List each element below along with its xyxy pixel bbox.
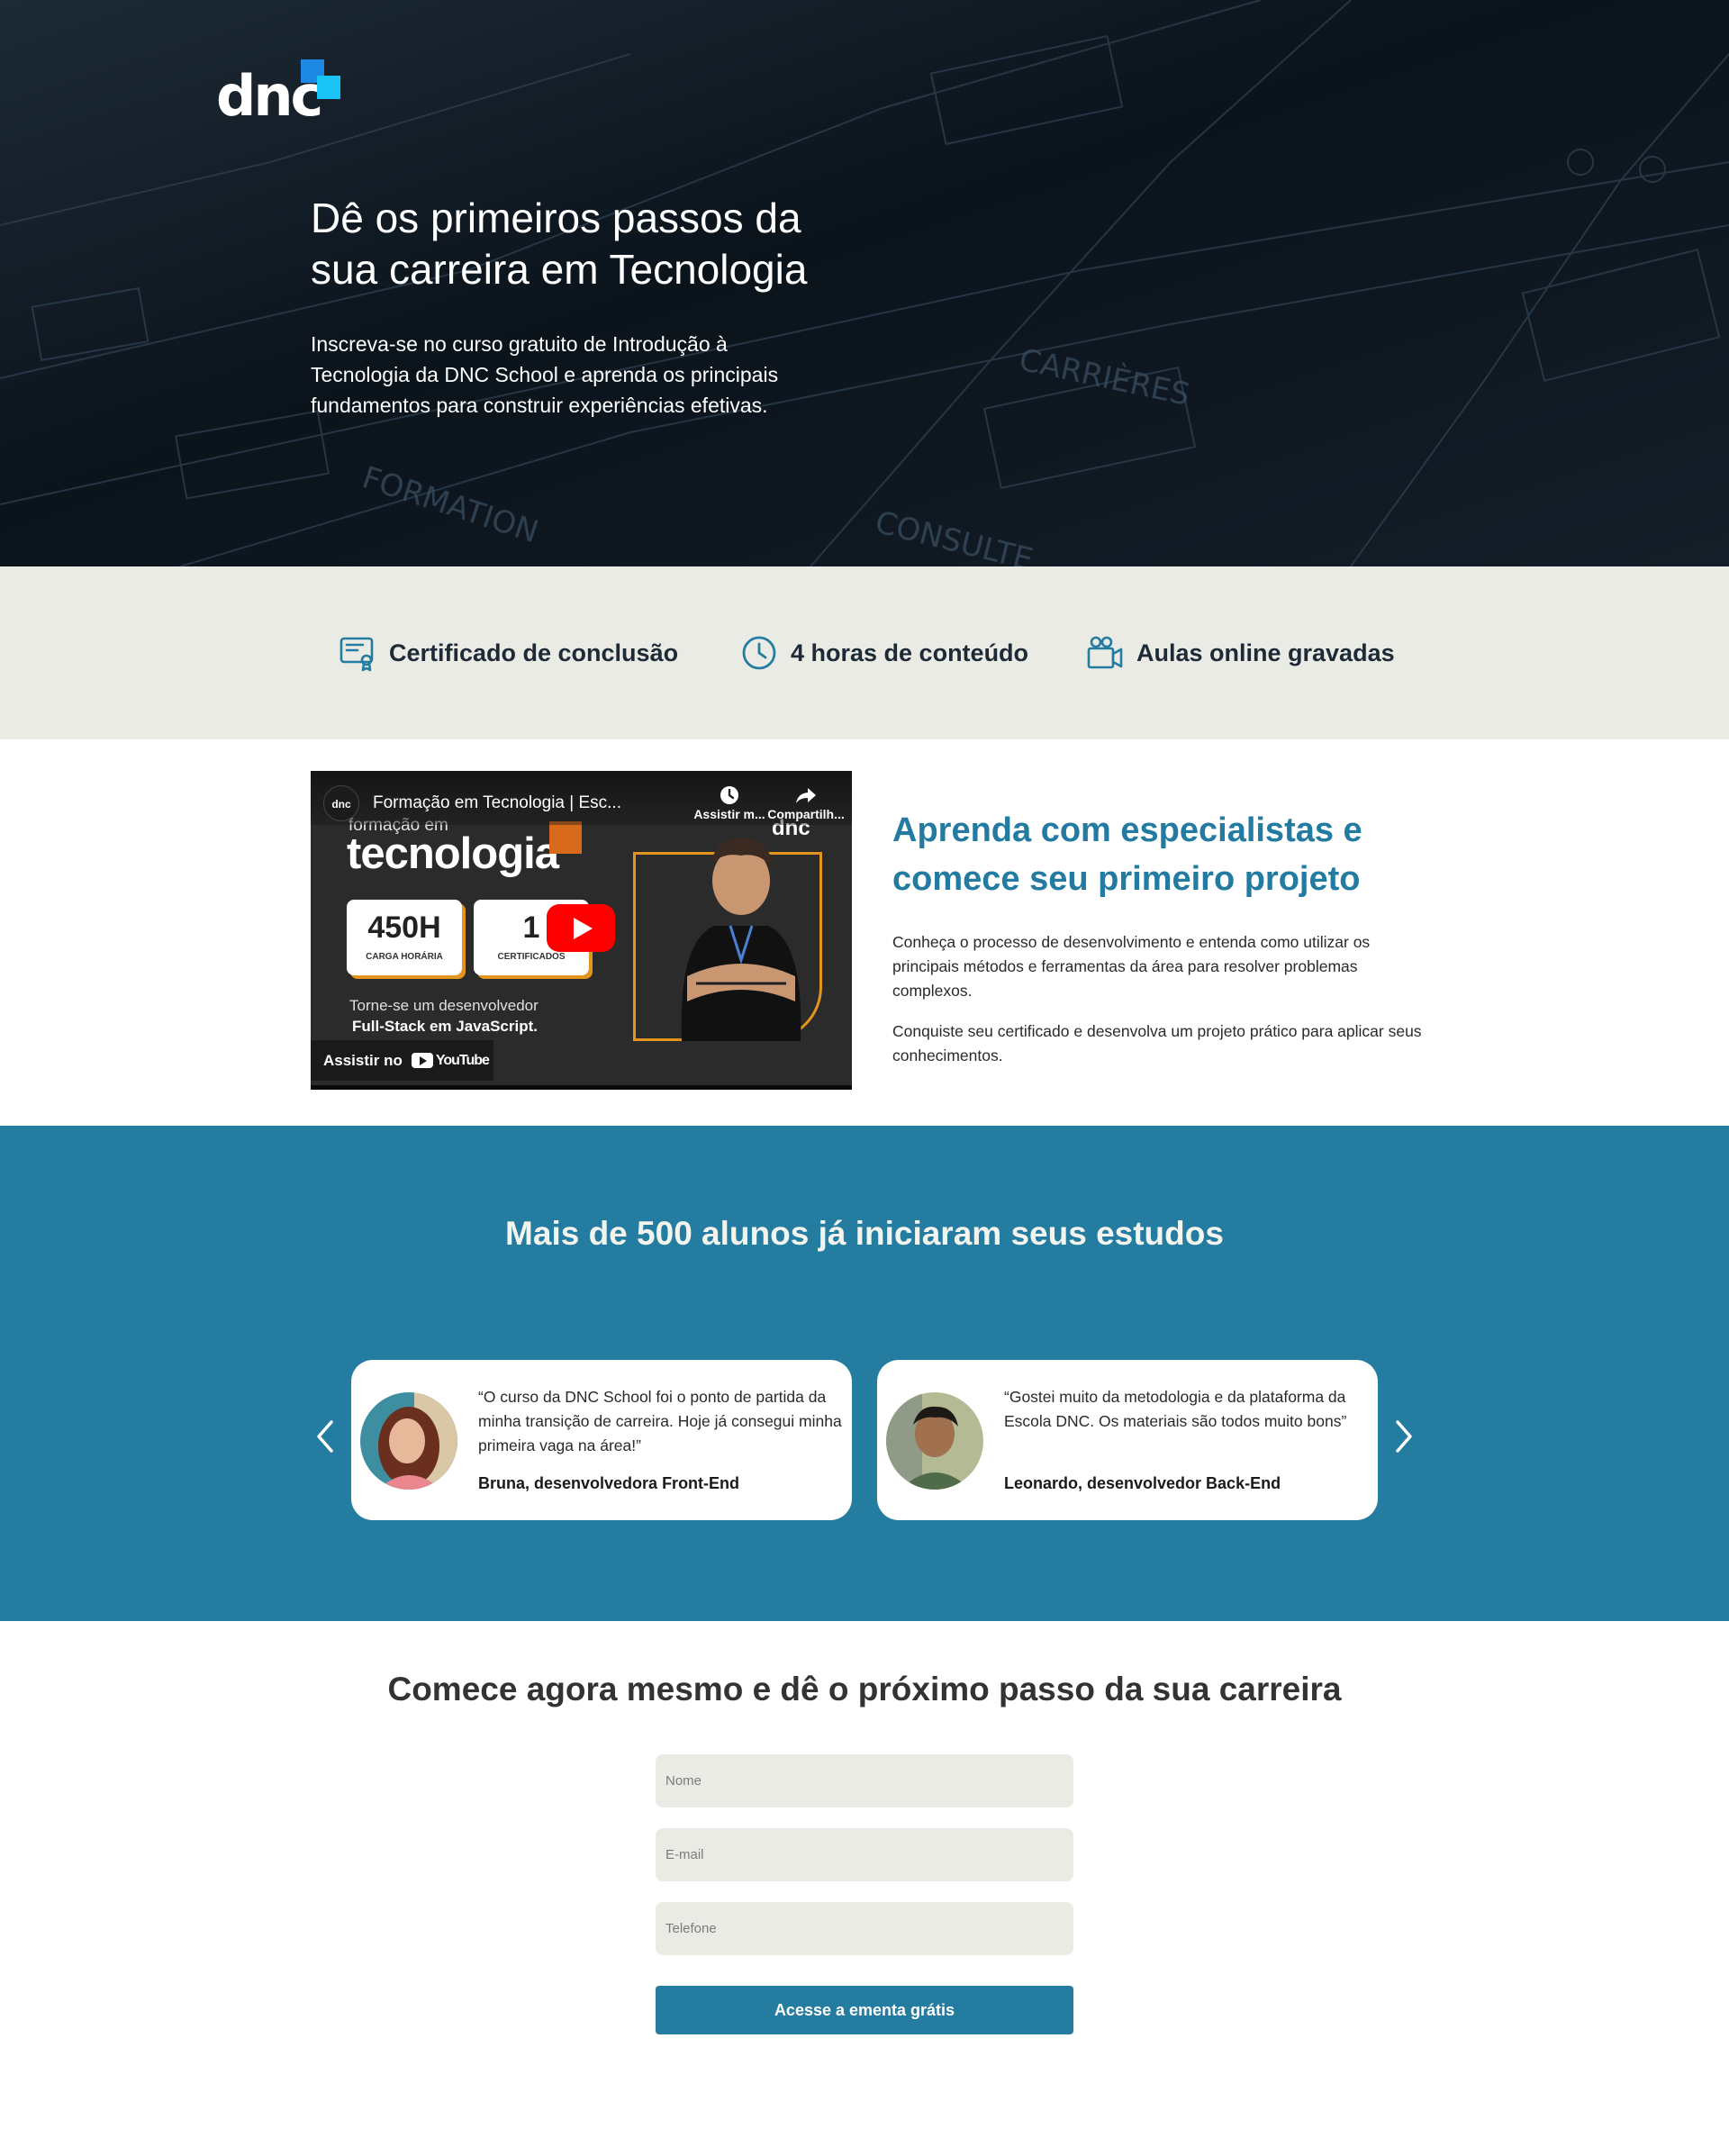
share-label: Compartilh...	[767, 807, 845, 821]
name-field[interactable]	[656, 1754, 1073, 1807]
thumbnail-title: tecnologia	[347, 829, 559, 878]
feature-label: Certificado de conclusão	[389, 639, 679, 666]
learn-paragraph: Conquiste seu certificado e desenvolva u…	[892, 1022, 1422, 1064]
youtube-video-embed[interactable]: formação em tecnologia 450H CARGA HORÁRI…	[311, 771, 852, 1090]
carousel-prev-arrow-icon[interactable]	[306, 1409, 342, 1463]
stat-value: 450H	[367, 910, 441, 945]
stat-label: CERTIFICADOS	[497, 952, 566, 962]
feature-online-classes: Aulas online gravadas	[1086, 566, 1395, 739]
feature-label: 4 horas de conteúdo	[791, 639, 1029, 666]
hero-title: Dê os primeiros passos da sua carreira e…	[311, 195, 808, 293]
dnc-logo[interactable]: dnc	[216, 59, 347, 128]
thumbnail-tagline: Torne-se um desenvolvedor	[349, 997, 539, 1014]
feature-label: Aulas online gravadas	[1136, 639, 1395, 666]
hero-subtitle: Inscreva-se no curso gratuito de Introdu…	[311, 332, 779, 417]
video-camera-icon	[1087, 636, 1123, 669]
learn-paragraph: Conheça o processo de desenvolvimento e …	[892, 933, 1371, 1000]
play-button[interactable]	[547, 904, 615, 952]
submit-button[interactable]: Acesse a ementa grátis	[656, 1986, 1073, 2034]
clock-icon	[720, 786, 738, 804]
feature-duration: 4 horas de conteúdo	[740, 566, 1028, 739]
testimonial-quote: “O curso da DNC School foi o ponto de pa…	[478, 1388, 842, 1454]
testimonial-author: Leonardo, desenvolvedor Back-End	[1004, 1474, 1281, 1492]
testimonials-section: Mais de 500 alunos já iniciaram seus est…	[0, 1126, 1729, 1621]
phone-field[interactable]	[656, 1902, 1073, 1955]
share-button[interactable]: Compartilh...	[765, 784, 846, 821]
watch-later-label: Assistir m...	[693, 807, 765, 821]
testimonial-card: “O curso da DNC School foi o ponto de pa…	[351, 1360, 852, 1520]
testimonial-author: Bruna, desenvolvedora Front-End	[478, 1474, 740, 1492]
video-title[interactable]: Formação em Tecnologia | Esc...	[373, 793, 621, 813]
thumbnail-tagline-bold: Full-Stack em JavaScript.	[352, 1018, 538, 1035]
channel-avatar[interactable]: dnc	[323, 785, 359, 821]
features-bar: Certificado de conclusão 4 horas de cont…	[0, 566, 1729, 739]
avatar	[360, 1392, 457, 1490]
watch-on-label: Assistir no	[323, 1051, 403, 1069]
video-header: dnc Formação em Tecnologia | Esc... Assi…	[311, 771, 852, 825]
testimonial-quote: “Gostei muito da metodologia e da plataf…	[1004, 1388, 1347, 1430]
youtube-logo: YouTube	[411, 1052, 490, 1069]
signup-form-title: Comece agora mesmo e dê o próximo passo …	[387, 1671, 1342, 1708]
thumbnail-stat-card: 450H CARGA HORÁRIA	[347, 900, 462, 975]
youtube-wordmark: YouTube	[435, 1052, 490, 1068]
watch-on-youtube-button[interactable]: Assistir no YouTube	[311, 1040, 493, 1081]
learn-section-title: Aprenda com especialistas e comece seu p…	[892, 811, 1362, 898]
testimonials-title: Mais de 500 alunos já iniciaram seus est…	[505, 1215, 1224, 1252]
carousel-next-arrow-icon[interactable]	[1387, 1409, 1423, 1463]
hero-section: FORMATION CARRIÈRES CONSULTE dnc Dê os p…	[0, 0, 1729, 566]
logo-square-light	[317, 76, 340, 99]
thumbnail-accent-square	[549, 821, 582, 854]
share-icon	[796, 788, 816, 803]
clock-icon	[742, 636, 776, 670]
instructor-photo	[681, 838, 801, 1041]
stat-label: CARGA HORÁRIA	[366, 952, 443, 962]
watch-later-button[interactable]: Assistir m...	[689, 784, 770, 821]
avatar	[886, 1392, 983, 1490]
email-field[interactable]	[656, 1828, 1073, 1881]
certificate-icon	[339, 637, 374, 672]
feature-certificate: Certificado de conclusão	[339, 566, 678, 739]
youtube-play-icon	[411, 1053, 433, 1068]
testimonial-card: “Gostei muito da metodologia e da plataf…	[877, 1360, 1378, 1520]
